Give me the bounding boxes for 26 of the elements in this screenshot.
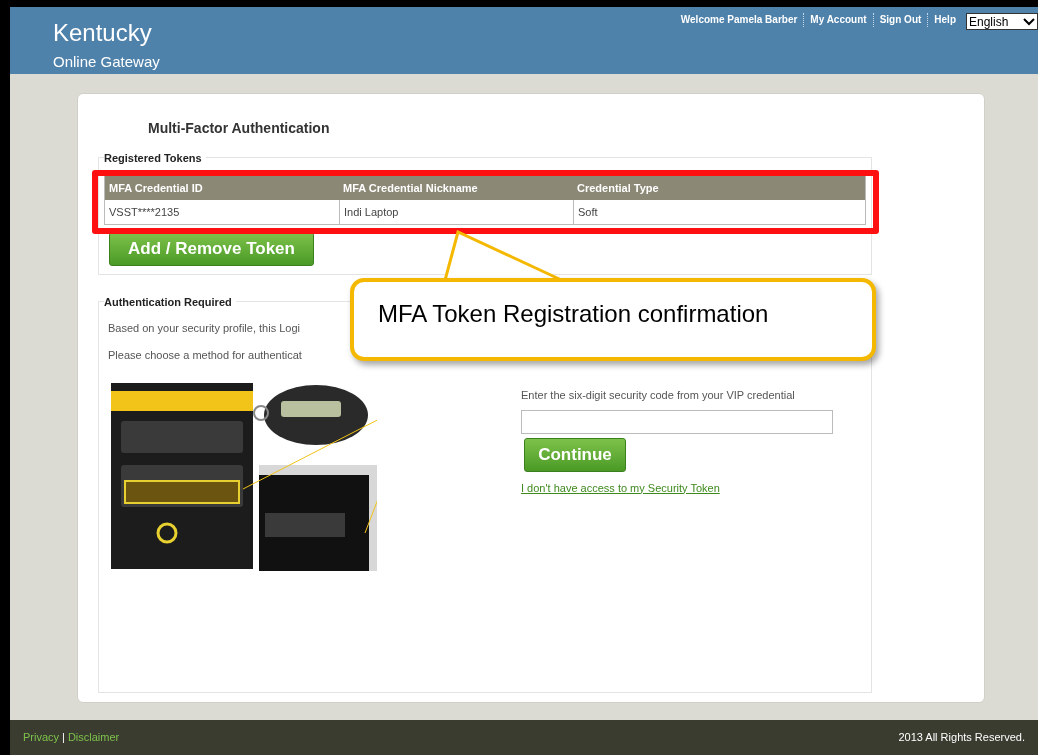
site-subtitle: Online Gateway bbox=[53, 52, 160, 72]
language-select[interactable]: English bbox=[966, 13, 1038, 30]
add-remove-token-button[interactable]: Add / Remove Token bbox=[109, 232, 314, 266]
header-link[interactable]: My Account bbox=[803, 13, 873, 27]
security-code-field[interactable] bbox=[521, 409, 833, 434]
info-text: Based on your security profile, this Logi bbox=[108, 321, 301, 336]
info-text: Please choose a method for authenticat bbox=[108, 347, 303, 363]
callout-text: MFA Token Registration confirmation bbox=[378, 300, 769, 327]
continue-button[interactable]: Continue bbox=[524, 437, 626, 472]
footer-link[interactable]: Privacy bbox=[23, 729, 60, 746]
table-cell: Indi Laptop bbox=[339, 200, 573, 224]
table-cell-text: VSST****2135 bbox=[108, 204, 181, 220]
table-cell: Soft bbox=[573, 200, 807, 224]
column-header: MFA Credential ID bbox=[108, 180, 204, 196]
header-link[interactable]: Sign Out bbox=[872, 13, 928, 27]
field-label: Enter the six-digit security code from your VIP credential bbox=[521, 388, 795, 403]
site-title: Kentucky bbox=[53, 19, 153, 47]
column-header: MFA Credential Nickname bbox=[342, 180, 479, 196]
no-token-link[interactable]: I don't have access to my Security Token bbox=[521, 479, 720, 496]
page-title: Multi-Factor Authentication bbox=[147, 119, 331, 138]
footer-link[interactable]: Disclaimer bbox=[67, 729, 120, 746]
footer-separator: | bbox=[62, 730, 65, 746]
chevron-down-icon bbox=[1023, 17, 1035, 26]
copyright-text: 2013 All Rights Reserved. bbox=[898, 730, 1025, 746]
column-header: Credential Type bbox=[576, 180, 660, 196]
header-link[interactable]: Help bbox=[927, 13, 962, 27]
